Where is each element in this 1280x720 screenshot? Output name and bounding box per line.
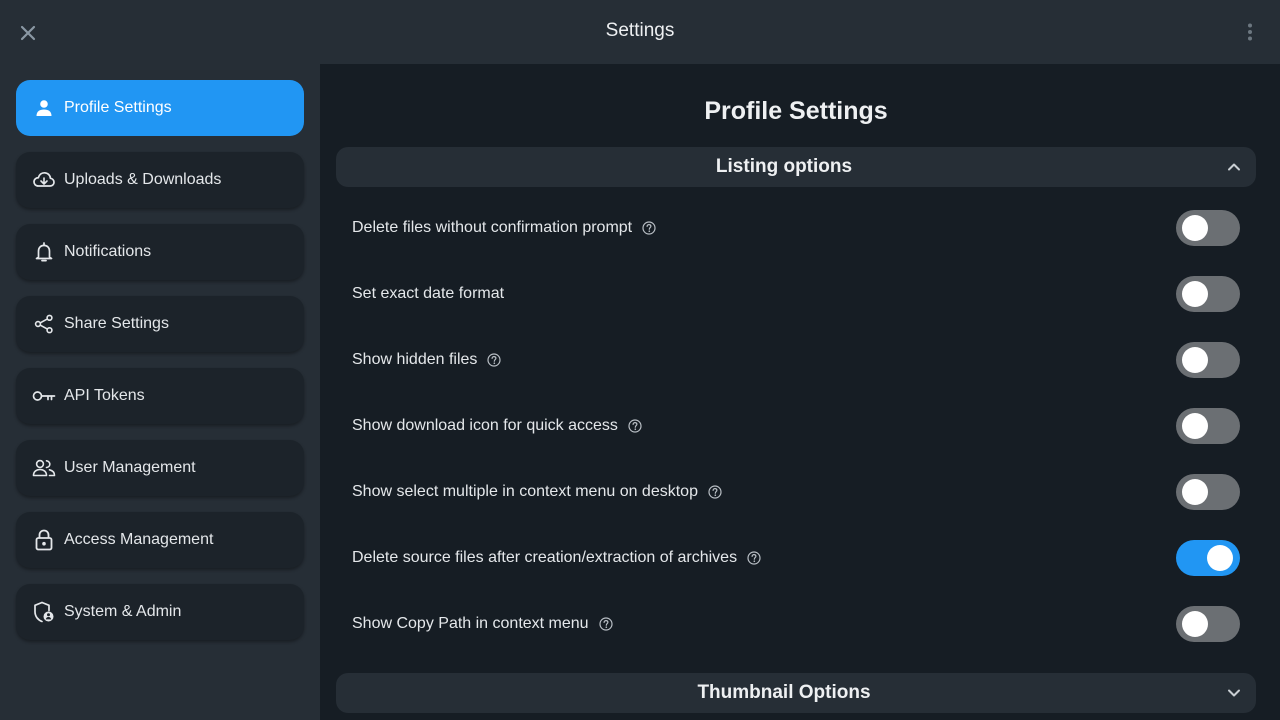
option-row: Set exact date format bbox=[336, 261, 1256, 327]
option-label: Delete source files after creation/extra… bbox=[352, 549, 738, 566]
sidebar-item-share-settings[interactable]: Share Settings bbox=[16, 296, 304, 352]
section-header-listing-options[interactable]: Listing options bbox=[336, 147, 1256, 187]
share-icon bbox=[32, 312, 56, 336]
toggle-switch[interactable] bbox=[1176, 474, 1240, 510]
sidebar-item-label: Notifications bbox=[64, 243, 152, 260]
bell-icon bbox=[32, 240, 56, 264]
help-icon[interactable] bbox=[747, 551, 761, 565]
sidebar-item-label: Profile Settings bbox=[64, 99, 172, 116]
sidebar-item-label: Uploads & Downloads bbox=[64, 171, 222, 188]
option-row: Delete files without confirmation prompt bbox=[336, 195, 1256, 261]
sidebar-item-api-tokens[interactable]: API Tokens bbox=[16, 368, 304, 424]
toggle-knob bbox=[1182, 479, 1208, 505]
toggle-knob bbox=[1207, 545, 1233, 571]
person-icon bbox=[32, 96, 56, 120]
sidebar-item-user-management[interactable]: User Management bbox=[16, 440, 304, 496]
option-row: Show download icon for quick access bbox=[336, 393, 1256, 459]
sidebar-item-label: Access Management bbox=[64, 531, 214, 548]
sidebar-item-label: System & Admin bbox=[64, 603, 182, 620]
toggle-knob bbox=[1182, 347, 1208, 373]
option-label: Show hidden files bbox=[352, 351, 478, 368]
lock-icon bbox=[32, 528, 56, 552]
toggle-knob bbox=[1182, 281, 1208, 307]
sidebar-item-label: User Management bbox=[64, 459, 196, 476]
option-label: Show download icon for quick access bbox=[352, 417, 618, 434]
toggle-switch[interactable] bbox=[1176, 276, 1240, 312]
chevron-up-icon bbox=[1228, 163, 1240, 171]
option-label: Set exact date format bbox=[352, 285, 505, 302]
more-vert-icon bbox=[1248, 23, 1252, 41]
help-icon[interactable] bbox=[642, 221, 656, 235]
option-row: Show select multiple in context menu on … bbox=[336, 459, 1256, 525]
cloud-sync-icon bbox=[32, 168, 56, 192]
settings-content: Profile Settings Listing options Delete … bbox=[320, 64, 1280, 720]
shield-admin-icon bbox=[32, 600, 56, 624]
toggle-knob bbox=[1182, 215, 1208, 241]
sidebar-item-uploads-downloads[interactable]: Uploads & Downloads bbox=[16, 152, 304, 208]
option-row: Show Copy Path in context menu bbox=[336, 591, 1256, 657]
option-label: Delete files without confirmation prompt bbox=[352, 219, 633, 236]
sidebar-item-label: API Tokens bbox=[64, 387, 145, 404]
more-options-button[interactable] bbox=[1238, 20, 1262, 44]
app-title: Settings bbox=[605, 20, 675, 41]
key-icon bbox=[32, 384, 56, 408]
option-row: Delete source files after creation/extra… bbox=[336, 525, 1256, 591]
toggle-switch[interactable] bbox=[1176, 606, 1240, 642]
toggle-knob bbox=[1182, 413, 1208, 439]
sidebar-item-label: Share Settings bbox=[64, 315, 169, 332]
section-title: Listing options bbox=[715, 156, 853, 177]
option-label: Show Copy Path in context menu bbox=[352, 615, 589, 632]
page-title: Profile Settings bbox=[704, 97, 888, 125]
toggle-knob bbox=[1182, 611, 1208, 637]
help-icon[interactable] bbox=[487, 353, 502, 367]
help-icon[interactable] bbox=[598, 617, 613, 631]
top-app-bar: Settings bbox=[0, 0, 1280, 64]
sidebar-item-notifications[interactable]: Notifications bbox=[16, 224, 304, 280]
toggle-switch[interactable] bbox=[1176, 342, 1240, 378]
option-label: Show select multiple in context menu on … bbox=[352, 483, 698, 500]
users-icon bbox=[32, 456, 56, 480]
sidebar-item-profile-settings[interactable]: Profile Settings bbox=[16, 80, 304, 136]
sidebar-item-access-management[interactable]: Access Management bbox=[16, 512, 304, 568]
help-icon[interactable] bbox=[708, 485, 722, 499]
settings-sidebar: Profile Settings Uploads & Downloads Not… bbox=[0, 64, 320, 720]
option-row: Show hidden files bbox=[336, 327, 1256, 393]
chevron-down-icon bbox=[1228, 689, 1240, 697]
toggle-switch[interactable] bbox=[1176, 408, 1240, 444]
toggle-switch[interactable] bbox=[1176, 210, 1240, 246]
help-icon[interactable] bbox=[628, 419, 642, 433]
section-title: Thumbnail Options bbox=[697, 682, 871, 703]
sidebar-item-system-admin[interactable]: System & Admin bbox=[16, 584, 304, 640]
toggle-switch[interactable] bbox=[1176, 540, 1240, 576]
section-header-thumbnail-options[interactable]: Thumbnail Options bbox=[336, 673, 1256, 713]
